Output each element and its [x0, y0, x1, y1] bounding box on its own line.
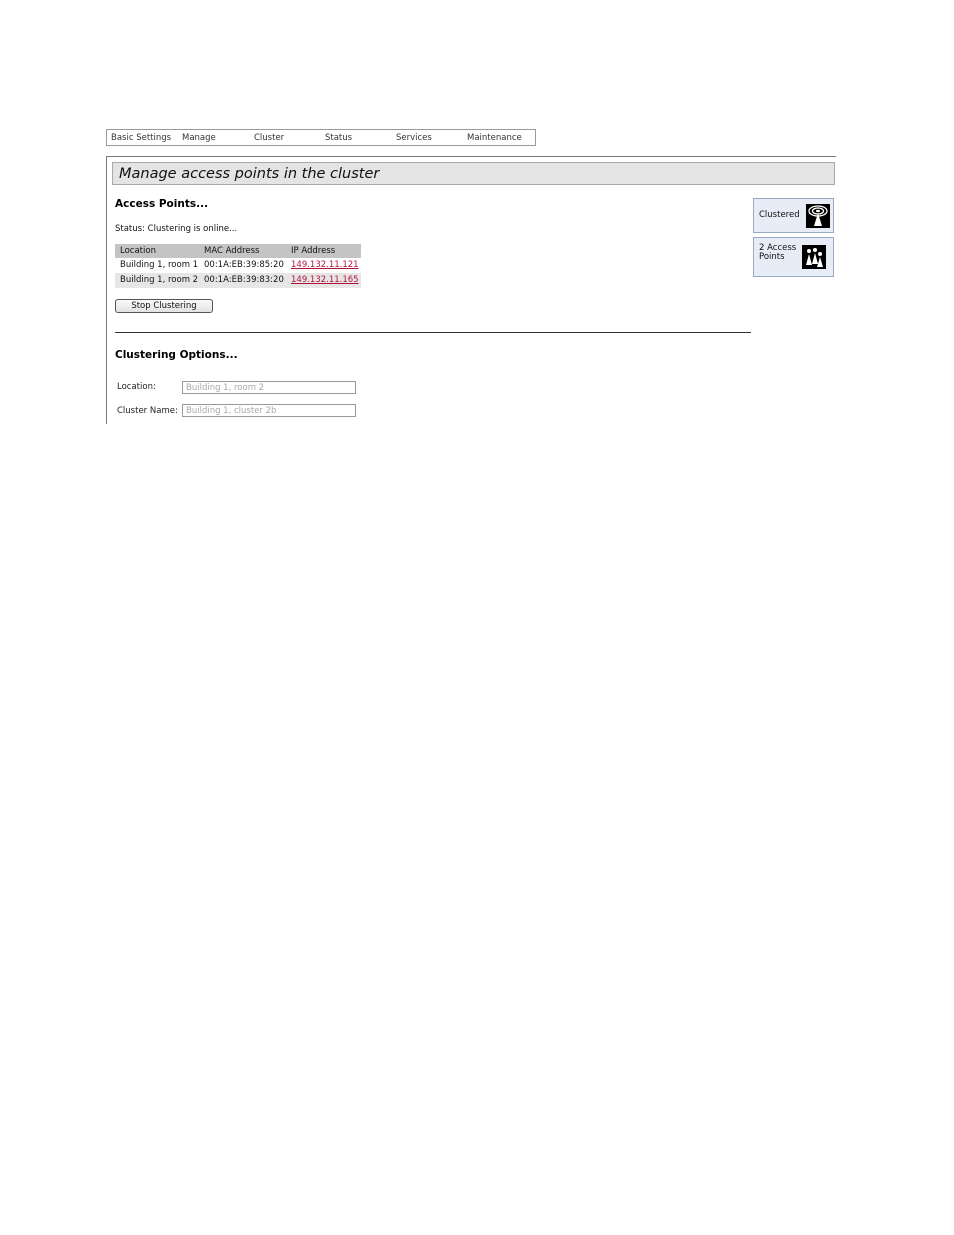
access-points-count-label: 2 Access Points [759, 243, 797, 262]
row-ip-address-link[interactable]: 149.132.11.165 [291, 275, 359, 285]
row-location: Building 1, room 2 [120, 275, 199, 285]
column-header-location[interactable]: Location [120, 246, 156, 256]
section-divider [115, 332, 751, 333]
location-input[interactable]: Building 1, room 2 [182, 381, 356, 394]
row-mac-address: 00:1A:EB:39:83:20 [204, 275, 284, 285]
content-frame-left-border [106, 156, 107, 424]
table-row: Building 1, room 1 00:1A:EB:39:85:20 149… [115, 258, 361, 273]
row-mac-address: 00:1A:EB:39:85:20 [204, 260, 284, 270]
clustered-status-box: Clustered [753, 198, 834, 233]
cluster-name-label: Cluster Name: [117, 406, 178, 416]
clustered-status-label: Clustered [759, 210, 800, 220]
row-ip-address-link[interactable]: 149.132.11.121 [291, 260, 359, 270]
table-row: Building 1, room 2 00:1A:EB:39:83:20 149… [115, 273, 361, 288]
table-header-row: Location MAC Address IP Address [115, 244, 361, 258]
stop-clustering-button[interactable]: Stop Clustering [115, 299, 213, 313]
nav-maintenance[interactable]: Maintenance [467, 133, 522, 143]
clustering-options-heading: Clustering Options... [115, 349, 238, 361]
nav-status[interactable]: Status [325, 133, 352, 143]
nav-cluster[interactable]: Cluster [254, 133, 284, 143]
location-label: Location: [117, 382, 156, 392]
nav-basic-settings[interactable]: Basic Settings [111, 133, 171, 143]
nav-services[interactable]: Services [396, 133, 432, 143]
access-points-table: Location MAC Address IP Address Building… [115, 244, 361, 288]
access-points-count-box: 2 Access Points [753, 237, 834, 277]
column-header-mac-address[interactable]: MAC Address [204, 246, 260, 256]
page-title: Manage access points in the cluster [119, 166, 380, 182]
column-header-ip-address[interactable]: IP Address [291, 246, 335, 256]
cluster-broadcast-icon [806, 204, 830, 228]
cluster-status-text: Status: Clustering is online... [115, 224, 238, 234]
page-title-bar: Manage access points in the cluster [112, 162, 835, 185]
access-points-group-icon [802, 245, 826, 269]
nav-manage[interactable]: Manage [182, 133, 216, 143]
content-frame-top-border [106, 156, 836, 157]
access-points-heading: Access Points... [115, 198, 209, 210]
row-location: Building 1, room 1 [120, 260, 199, 270]
top-nav: Basic Settings Manage Cluster Status Ser… [106, 129, 536, 146]
cluster-name-input[interactable]: Building 1, cluster 2b [182, 404, 356, 417]
